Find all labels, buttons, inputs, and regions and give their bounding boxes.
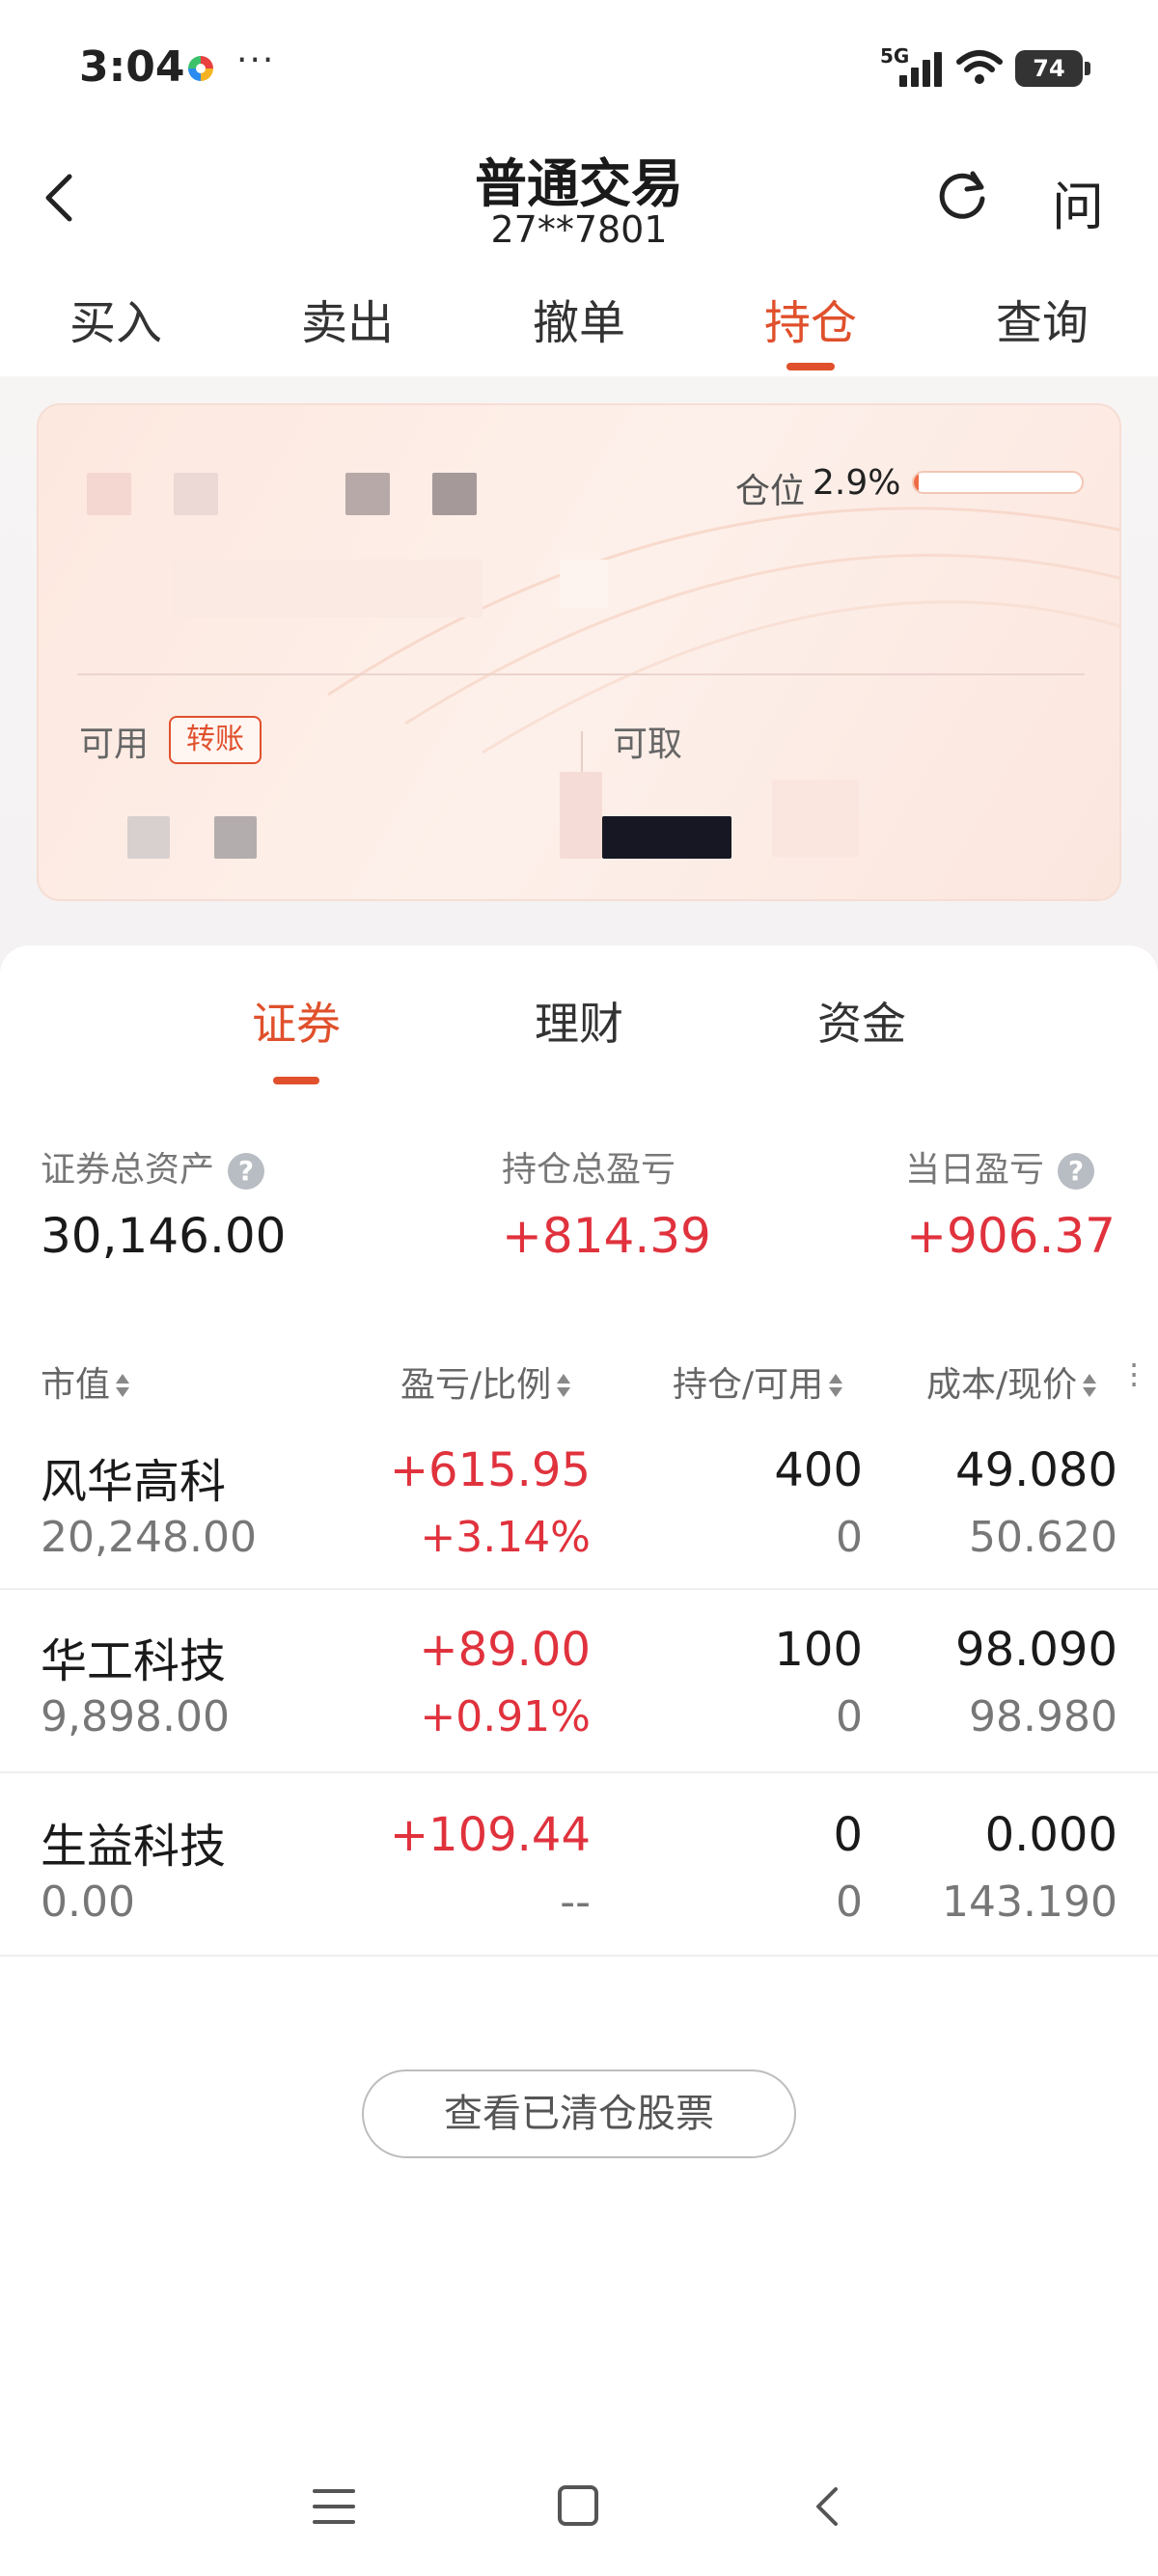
battery-icon: 74 — [1015, 50, 1090, 87]
position-value: 2.9% — [813, 463, 901, 503]
column-header-cost-price[interactable]: 成本/现价 — [926, 1357, 1098, 1407]
column-header-text: 市值 — [41, 1365, 111, 1405]
cost-price: 49.080 — [955, 1443, 1117, 1497]
profit-loss: +89.00 — [419, 1623, 591, 1677]
position-label: 仓位 — [735, 472, 806, 511]
tab-query[interactable]: 查询 — [946, 285, 1139, 352]
masked-value — [432, 473, 477, 515]
tab-positions[interactable]: 持仓 — [714, 285, 907, 352]
table-row[interactable]: 生益科技 0.00 +109.44 -- 0 0 0.000 143.190 — [0, 1775, 1158, 1957]
current-price: 143.190 — [942, 1877, 1117, 1927]
stock-name: 风华高科 — [41, 1455, 227, 1509]
home-icon[interactable] — [558, 2485, 598, 2526]
system-back-icon[interactable] — [807, 2483, 845, 2530]
position-bar-fill — [914, 473, 920, 492]
account-card: 仓位 2.9% 可用 转账 可取 — [37, 403, 1121, 901]
column-header-text: 盈亏/比例 — [400, 1365, 552, 1405]
total-assets-label: 证券总资产? — [41, 1141, 265, 1192]
notification-app-icon — [188, 56, 213, 81]
profit-loss: +615.95 — [389, 1443, 591, 1497]
profit-loss-ratio: -- — [560, 1877, 591, 1927]
more-columns-icon[interactable]: · · · — [1129, 1350, 1139, 1400]
signal-icon — [899, 50, 944, 87]
available-quantity: 0 — [836, 1692, 863, 1741]
holding-quantity: 100 — [774, 1623, 863, 1677]
wifi-icon — [956, 50, 1003, 84]
masked-value — [127, 816, 170, 859]
sort-icon — [114, 1372, 131, 1401]
tab-sell[interactable]: 卖出 — [251, 285, 444, 352]
sort-icon — [827, 1372, 844, 1401]
cost-price: 98.090 — [955, 1623, 1117, 1677]
stock-name: 华工科技 — [41, 1634, 227, 1688]
card-divider — [77, 673, 1085, 675]
view-cleared-stocks-button[interactable]: 查看已清仓股票 — [362, 2069, 796, 2158]
current-price: 50.620 — [969, 1513, 1117, 1562]
status-bar: 3:04 ··· 5G 74 — [0, 0, 1158, 135]
withdrawable-label: 可取 — [613, 725, 683, 764]
status-time: 3:04 — [79, 42, 185, 92]
daily-pl-label-text: 当日盈亏 — [905, 1150, 1045, 1190]
table-row[interactable]: 华工科技 9,898.00 +89.00 +0.91% 100 0 98.090… — [0, 1592, 1158, 1773]
tab-cancel-order[interactable]: 撤单 — [482, 285, 676, 352]
market-value: 9,898.00 — [41, 1692, 230, 1741]
column-header-holding[interactable]: 持仓/可用 — [673, 1357, 844, 1407]
masked-value — [772, 780, 859, 857]
holding-pl-label: 持仓总盈亏 — [502, 1150, 676, 1190]
system-nav-bar — [0, 2451, 1158, 2576]
refresh-icon[interactable] — [934, 166, 992, 224]
column-header-market-value[interactable]: 市值 — [41, 1357, 131, 1407]
column-header-pl-ratio[interactable]: 盈亏/比例 — [400, 1357, 572, 1407]
more-notifications-icon: ··· — [236, 41, 276, 80]
subtab-funds[interactable]: 资金 — [765, 989, 958, 1053]
stock-name: 生益科技 — [41, 1820, 227, 1874]
sort-icon — [555, 1372, 572, 1401]
profit-loss-ratio: +0.91% — [420, 1692, 591, 1741]
masked-value — [174, 560, 482, 617]
cost-price: 0.000 — [984, 1808, 1117, 1862]
recent-apps-icon[interactable] — [313, 2489, 355, 2524]
subtab-wealth[interactable]: 理财 — [482, 989, 676, 1053]
available-quantity: 0 — [836, 1513, 863, 1562]
column-header-text: 持仓/可用 — [673, 1365, 824, 1405]
question-icon[interactable]: ? — [228, 1153, 265, 1190]
tab-buy[interactable]: 买入 — [19, 285, 212, 352]
masked-value — [214, 816, 257, 859]
question-icon[interactable]: ? — [1058, 1153, 1095, 1190]
profit-loss: +109.44 — [389, 1808, 591, 1862]
profit-loss-ratio: +3.14% — [420, 1513, 591, 1562]
position-bar — [912, 471, 1084, 494]
current-price: 98.980 — [969, 1692, 1117, 1741]
sort-icon — [1081, 1372, 1098, 1401]
holding-quantity: 0 — [833, 1808, 863, 1862]
market-value: 20,248.00 — [41, 1513, 257, 1562]
subtab-securities[interactable]: 证券 — [200, 989, 393, 1053]
help-button[interactable]: 问 — [1052, 164, 1104, 240]
total-assets-label-text: 证券总资产 — [41, 1150, 215, 1190]
daily-pl-label: 当日盈亏? — [905, 1141, 1095, 1192]
total-assets-value: 30,146.00 — [41, 1208, 287, 1264]
masked-value — [87, 473, 131, 515]
masked-value — [560, 560, 608, 608]
available-label: 可用 — [79, 725, 150, 764]
masked-value — [174, 473, 218, 515]
column-header-text: 成本/现价 — [926, 1365, 1078, 1405]
available-quantity: 0 — [836, 1877, 863, 1927]
masked-value — [560, 772, 602, 859]
holding-pl-value: +814.39 — [502, 1208, 711, 1264]
holding-quantity: 400 — [774, 1443, 863, 1497]
market-value: 0.00 — [41, 1877, 135, 1927]
active-tab-indicator — [786, 363, 835, 370]
masked-value — [602, 816, 731, 859]
masked-value — [345, 473, 390, 515]
daily-pl-value: +906.37 — [906, 1208, 1116, 1264]
table-row[interactable]: 风华高科 20,248.00 +615.95 +3.14% 400 0 49.0… — [0, 1409, 1158, 1590]
main-tabs: 买入 卖出 撤单 持仓 查询 — [0, 285, 1158, 371]
active-subtab-indicator — [273, 1077, 319, 1084]
transfer-button[interactable]: 转账 — [169, 716, 262, 764]
